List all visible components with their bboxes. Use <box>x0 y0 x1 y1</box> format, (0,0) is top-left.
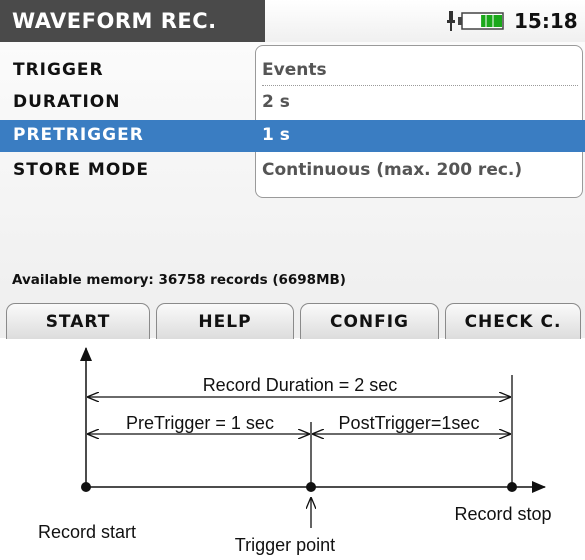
title-bar: WAVEFORM REC. 15:18 <box>0 0 585 42</box>
instrument-screen: WAVEFORM REC. 15:18 TRIGGER Events DURAT… <box>0 0 585 339</box>
setting-value-duration[interactable]: 2 s <box>262 92 290 112</box>
available-memory: Available memory: 36758 records (6698MB) <box>12 272 346 288</box>
record-duration-label: Record Duration = 2 sec <box>203 375 398 395</box>
check-c-button[interactable]: CHECK C. <box>445 303 581 339</box>
setting-label-store-mode[interactable]: STORE MODE <box>13 160 149 180</box>
trigger-point-dot <box>306 482 316 492</box>
setting-value-pretrigger[interactable]: 1 s <box>262 125 290 145</box>
config-button[interactable]: CONFIG <box>300 303 439 339</box>
trigger-timing-diagram: Record Duration = 2 sec PreTrigger = 1 s… <box>38 347 552 555</box>
probe-icon <box>447 11 455 31</box>
posttrigger-label: PostTrigger=1sec <box>339 413 480 433</box>
status-area: 15:18 <box>265 0 585 42</box>
record-stop-label: Record stop <box>454 504 551 524</box>
setting-label-pretrigger[interactable]: PRETRIGGER <box>13 125 144 145</box>
record-start-label: Record start <box>38 522 136 542</box>
pretrigger-label: PreTrigger = 1 sec <box>126 413 274 433</box>
trigger-point-label: Trigger point <box>235 535 335 555</box>
screen-title: WAVEFORM REC. <box>0 0 265 42</box>
setting-value-store-mode[interactable]: Continuous (max. 200 rec.) <box>262 160 522 180</box>
battery-icon <box>458 12 504 30</box>
divider <box>262 85 578 86</box>
clock: 15:18 <box>514 9 578 33</box>
setting-label-trigger[interactable]: TRIGGER <box>13 60 104 80</box>
setting-label-duration[interactable]: DURATION <box>13 92 120 112</box>
setting-value-trigger[interactable]: Events <box>262 60 327 80</box>
start-button[interactable]: START <box>6 303 150 339</box>
help-button[interactable]: HELP <box>156 303 294 339</box>
record-start-dot <box>81 482 91 492</box>
record-stop-dot <box>507 482 517 492</box>
